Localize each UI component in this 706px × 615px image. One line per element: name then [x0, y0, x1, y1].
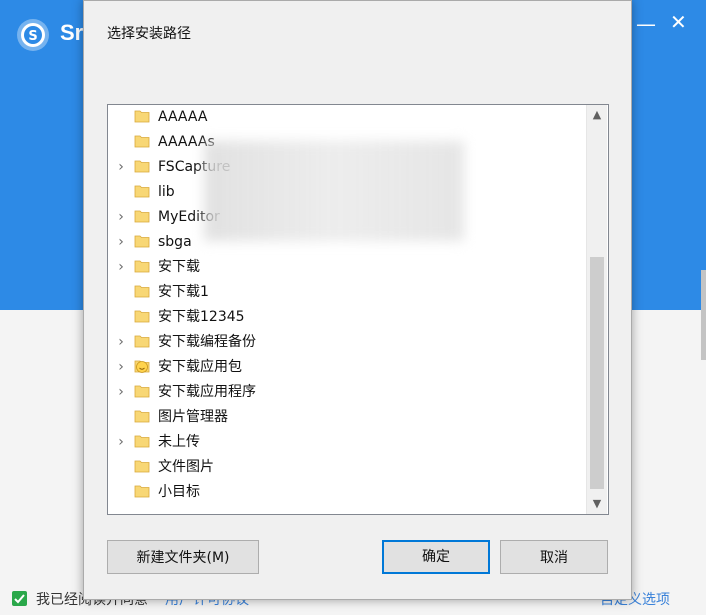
folder-icon — [134, 460, 150, 473]
folder-icon — [134, 185, 150, 198]
minimize-button[interactable]: — — [636, 14, 656, 34]
redacted-area — [204, 141, 464, 241]
folder-icon — [134, 310, 150, 323]
folder-icon — [134, 410, 150, 423]
folder-icon — [134, 335, 150, 348]
svg-text:S: S — [28, 29, 37, 44]
new-folder-button[interactable]: 新建文件夹(M) — [107, 540, 259, 574]
tree-item[interactable]: › 安下载应用程序 — [108, 380, 586, 405]
scroll-thumb[interactable] — [590, 257, 604, 489]
folder-icon — [134, 235, 150, 248]
tree-item[interactable]: 安下载1 — [108, 280, 586, 305]
installer-scrollbar[interactable] — [701, 270, 706, 360]
tree-item-label: 未上传 — [158, 434, 200, 450]
folder-icon — [134, 285, 150, 298]
expand-chevron-icon[interactable]: › — [114, 358, 128, 376]
app-logo-icon: S — [17, 19, 49, 51]
folder-icon — [134, 210, 150, 223]
cancel-button[interactable]: 取消 — [500, 540, 608, 574]
installer-title: Sr — [60, 20, 84, 45]
tree-item[interactable]: AAAAA — [108, 105, 586, 130]
tree-item[interactable]: › 安下载 — [108, 255, 586, 280]
tree-item[interactable]: 图片管理器 — [108, 405, 586, 430]
tree-item-label: sbga — [158, 234, 192, 250]
tree-item[interactable]: › 安下载应用包 — [108, 355, 586, 380]
scroll-down-arrow-icon[interactable]: ▼ — [587, 495, 607, 513]
folder-icon — [134, 385, 150, 398]
tree-item-label: AAAAA — [158, 109, 208, 125]
folder-icon — [134, 485, 150, 498]
tree-item-label: 文件图片 — [158, 459, 214, 475]
folder-icon — [134, 110, 150, 123]
tree-item-label: 图片管理器 — [158, 409, 228, 425]
tree-item[interactable]: › 未上传 — [108, 430, 586, 455]
tree-item[interactable]: 小目标 — [108, 480, 586, 505]
tree-item-label: 安下载 — [158, 259, 200, 275]
expand-chevron-icon[interactable]: › — [114, 208, 128, 226]
expand-chevron-icon[interactable]: › — [114, 383, 128, 401]
folder-icon — [134, 260, 150, 273]
folder-icon — [134, 435, 150, 448]
scroll-up-arrow-icon[interactable]: ▲ — [587, 106, 607, 124]
ok-button[interactable]: 确定 — [382, 540, 490, 574]
tree-item[interactable]: 文件图片 — [108, 455, 586, 480]
tree-item[interactable]: 安下载12345 — [108, 305, 586, 330]
expand-chevron-icon[interactable]: › — [114, 333, 128, 351]
expand-chevron-icon[interactable]: › — [114, 158, 128, 176]
close-button[interactable]: ✕ — [670, 12, 687, 32]
smiley-folder-icon — [134, 360, 150, 373]
tree-item-label: 安下载编程备份 — [158, 334, 256, 350]
tree-item-label: 安下载应用包 — [158, 359, 242, 375]
tree-scrollbar[interactable]: ▲ ▼ — [586, 105, 607, 514]
checkmark-icon — [14, 594, 25, 604]
expand-chevron-icon[interactable]: › — [114, 258, 128, 276]
tree-item-label: 安下载1 — [158, 284, 209, 300]
tree-item-label: 安下载应用程序 — [158, 384, 256, 400]
expand-chevron-icon[interactable]: › — [114, 433, 128, 451]
expand-chevron-icon[interactable]: › — [114, 233, 128, 251]
tree-item-label: 安下载12345 — [158, 309, 245, 325]
folder-icon — [134, 135, 150, 148]
tree-item-label: 小目标 — [158, 484, 200, 500]
select-path-dialog: 选择安装路径 AAAAA AAAAAs › FSCapture lib › MyEditor… — [83, 0, 632, 600]
dialog-title: 选择安装路径 — [107, 26, 191, 42]
tree-item-label: lib — [158, 184, 175, 200]
tree-item[interactable]: › 安下载编程备份 — [108, 330, 586, 355]
folder-icon — [134, 160, 150, 173]
agree-checkbox[interactable] — [12, 591, 27, 606]
